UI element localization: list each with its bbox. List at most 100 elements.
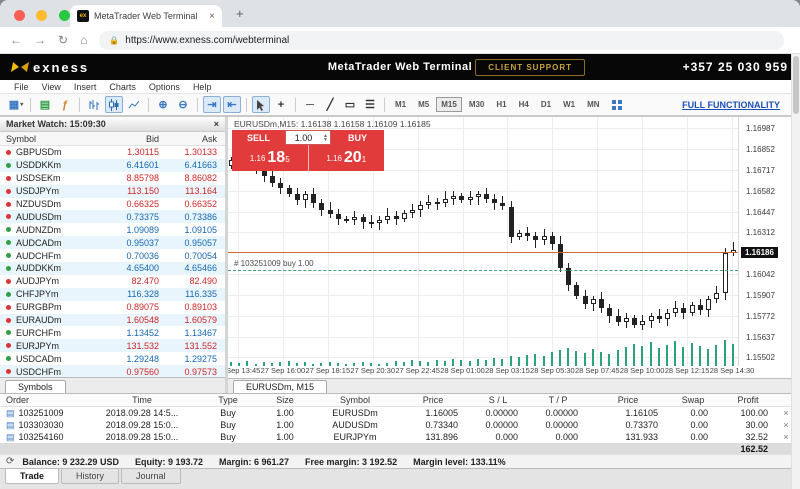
sell-price[interactable]: 1.16 18 5 bbox=[232, 145, 308, 171]
browser-tab[interactable]: ex MetaTrader Web Terminal × bbox=[70, 5, 222, 27]
tab-trade[interactable]: Trade bbox=[5, 469, 59, 484]
ssl-lock-icon: 🔒 bbox=[109, 36, 119, 45]
trend-down-icon bbox=[6, 202, 11, 207]
price-axis-label: 1.16987 bbox=[746, 124, 775, 133]
volume-stepper[interactable]: 1.00 ▲▼ bbox=[285, 130, 331, 145]
address-bar[interactable]: 🔒 https://www.exness.com/webterminal bbox=[99, 31, 784, 50]
tab-symbols[interactable]: Symbols bbox=[5, 380, 66, 393]
close-window-button[interactable] bbox=[14, 10, 25, 21]
tab-journal[interactable]: Journal bbox=[121, 469, 181, 484]
forward-icon[interactable]: → bbox=[34, 33, 46, 47]
trendline-icon[interactable]: ╱ bbox=[321, 96, 339, 113]
market-watch-row-USDJPYm[interactable]: USDJPYm113.150113.164 bbox=[0, 185, 225, 198]
timeframe-h1[interactable]: H1 bbox=[491, 97, 511, 112]
market-watch-row-AUDUSDm[interactable]: AUDUSDm0.733750.73386 bbox=[0, 210, 225, 223]
market-watch-row-USDSEKm[interactable]: USDSEKm8.857988.86082 bbox=[0, 172, 225, 185]
new-tab-button[interactable]: + bbox=[236, 6, 244, 21]
timeframe-m15[interactable]: M15 bbox=[436, 97, 462, 112]
new-chart-icon[interactable]: ▦▾ bbox=[7, 96, 25, 113]
close-tab-icon[interactable]: × bbox=[209, 11, 215, 22]
auto-scroll-icon[interactable]: ⇥ bbox=[203, 96, 221, 113]
symbol-label: USDDKKm bbox=[16, 160, 61, 170]
home-icon[interactable]: ⌂ bbox=[80, 33, 87, 47]
market-watch-row-NZDUSDm[interactable]: NZDUSDm0.663250.66352 bbox=[0, 198, 225, 211]
time-axis-label: 28 Sep 10:00 bbox=[620, 366, 665, 375]
menu-item-charts[interactable]: Charts bbox=[109, 82, 136, 92]
fibonacci-icon[interactable]: ☰ bbox=[361, 96, 379, 113]
zoom-out-icon[interactable]: ⊖ bbox=[174, 96, 192, 113]
market-watch-row-AUDDKKm[interactable]: AUDDKKm4.654004.65466 bbox=[0, 262, 225, 275]
menu-item-file[interactable]: File bbox=[14, 82, 29, 92]
menu-item-view[interactable]: View bbox=[42, 82, 61, 92]
order-swap: 0.00 bbox=[668, 420, 718, 430]
text-label-icon[interactable]: ▭ bbox=[341, 96, 359, 113]
reload-icon[interactable]: ↻ bbox=[58, 33, 68, 47]
tile-windows-icon[interactable] bbox=[612, 100, 622, 110]
market-watch-row-EURAUDm[interactable]: EURAUDm1.605481.60579 bbox=[0, 314, 225, 327]
market-watch-row-USDDKKm[interactable]: USDDKKm6.416016.41663 bbox=[0, 159, 225, 172]
exness-logo[interactable]: exness bbox=[12, 60, 89, 75]
tab-history[interactable]: History bbox=[61, 469, 119, 484]
timeframe-h4[interactable]: H4 bbox=[514, 97, 534, 112]
market-watch-row-USDCADm[interactable]: USDCADm1.292481.29275 bbox=[0, 352, 225, 365]
candlestick-chart-icon[interactable] bbox=[105, 96, 123, 113]
order-tp: 0.00000 bbox=[528, 420, 588, 430]
menu-item-help[interactable]: Help bbox=[193, 82, 212, 92]
market-watch-row-USDCHFm[interactable]: USDCHFm0.975600.97573 bbox=[0, 365, 225, 377]
scrollbar-thumb[interactable] bbox=[793, 56, 799, 114]
timeframe-w1[interactable]: W1 bbox=[558, 97, 580, 112]
timeframe-m30[interactable]: M30 bbox=[464, 97, 490, 112]
page-scrollbar[interactable] bbox=[791, 54, 800, 489]
market-watch-row-AUDNZDm[interactable]: AUDNZDm1.090891.09105 bbox=[0, 223, 225, 236]
market-watch-close-icon[interactable]: × bbox=[214, 119, 219, 129]
buy-price[interactable]: 1.16 20 1 bbox=[309, 145, 385, 171]
cursor-icon[interactable] bbox=[252, 96, 270, 113]
menu-item-options[interactable]: Options bbox=[149, 82, 180, 92]
timeframe-m1[interactable]: M1 bbox=[390, 97, 411, 112]
order-tp: 0.000 bbox=[528, 432, 588, 442]
volume-spinner-icons[interactable]: ▲▼ bbox=[321, 134, 330, 142]
client-support-button[interactable]: CLIENT SUPPORT bbox=[475, 59, 585, 76]
market-watch-row-CHFJPYm[interactable]: CHFJPYm116.328116.335 bbox=[0, 288, 225, 301]
market-watch-row-EURGBPm[interactable]: EURGBPm0.890750.89103 bbox=[0, 301, 225, 314]
market-watch-row-AUDCHFm[interactable]: AUDCHFm0.700360.70054 bbox=[0, 249, 225, 262]
back-icon[interactable]: ← bbox=[10, 33, 22, 47]
new-order-icon[interactable]: ▤ bbox=[36, 96, 54, 113]
line-chart-icon[interactable] bbox=[125, 96, 143, 113]
open-order-line[interactable] bbox=[228, 270, 738, 271]
minimize-window-button[interactable] bbox=[36, 10, 47, 21]
account-marginlevel: Margin level: 133.11% bbox=[413, 457, 506, 467]
market-watch-row-AUDCADm[interactable]: AUDCADm0.950370.95057 bbox=[0, 236, 225, 249]
order-time: 2018.09.28 15:0... bbox=[86, 420, 198, 430]
timeframe-mn[interactable]: MN bbox=[582, 97, 604, 112]
timeframe-m5[interactable]: M5 bbox=[413, 97, 434, 112]
indicators-icon[interactable]: ƒ bbox=[56, 96, 74, 113]
tab-chart-eurusd[interactable]: EURUSDm, M15 bbox=[233, 380, 327, 393]
order-sl: 0.00000 bbox=[468, 420, 528, 430]
open-order-label: # 103251009 buy 1.00 bbox=[234, 259, 314, 268]
order-row-103254160[interactable]: ▤1032541602018.09.28 15:0...Buy1.00EURJP… bbox=[0, 431, 800, 443]
maximize-window-button[interactable] bbox=[59, 10, 70, 21]
market-watch-row-EURCHFm[interactable]: EURCHFm1.134521.13467 bbox=[0, 326, 225, 339]
chart-shift-icon[interactable]: ⇤ bbox=[223, 96, 241, 113]
market-watch-row-AUDJPYm[interactable]: AUDJPYm82.47082.490 bbox=[0, 275, 225, 288]
orders-col-order: Order bbox=[6, 395, 86, 405]
orders-col-profit: Profit bbox=[718, 395, 778, 405]
timeframe-d1[interactable]: D1 bbox=[536, 97, 556, 112]
order-row-103303030[interactable]: ▤1033030302018.09.28 15:0...Buy1.00AUDUS… bbox=[0, 419, 800, 431]
time-axis-label: 28 Sep 03:15 bbox=[485, 366, 530, 375]
buy-button[interactable]: BUY bbox=[331, 130, 384, 145]
market-watch-tabs: Symbols bbox=[0, 377, 225, 393]
zoom-in-icon[interactable]: ⊕ bbox=[154, 96, 172, 113]
horizontal-line-icon[interactable]: ─ bbox=[301, 96, 319, 113]
menu-item-insert[interactable]: Insert bbox=[74, 82, 97, 92]
bar-chart-icon[interactable] bbox=[85, 96, 103, 113]
ask-value: 1.29275 bbox=[159, 354, 217, 364]
order-row-103251009[interactable]: ▤1032510092018.09.28 14:5...Buy1.00EURUS… bbox=[0, 407, 800, 419]
market-watch-row-EURJPYm[interactable]: EURJPYm131.532131.552 bbox=[0, 339, 225, 352]
market-watch-row-GBPUSDm[interactable]: GBPUSDm1.301151.30133 bbox=[0, 146, 225, 159]
crosshair-icon[interactable]: + bbox=[272, 96, 290, 113]
sell-button[interactable]: SELL bbox=[232, 130, 285, 145]
orders-col-tp: T / P bbox=[528, 395, 588, 405]
full-functionality-link[interactable]: FULL FUNCTIONALITY bbox=[682, 100, 780, 110]
